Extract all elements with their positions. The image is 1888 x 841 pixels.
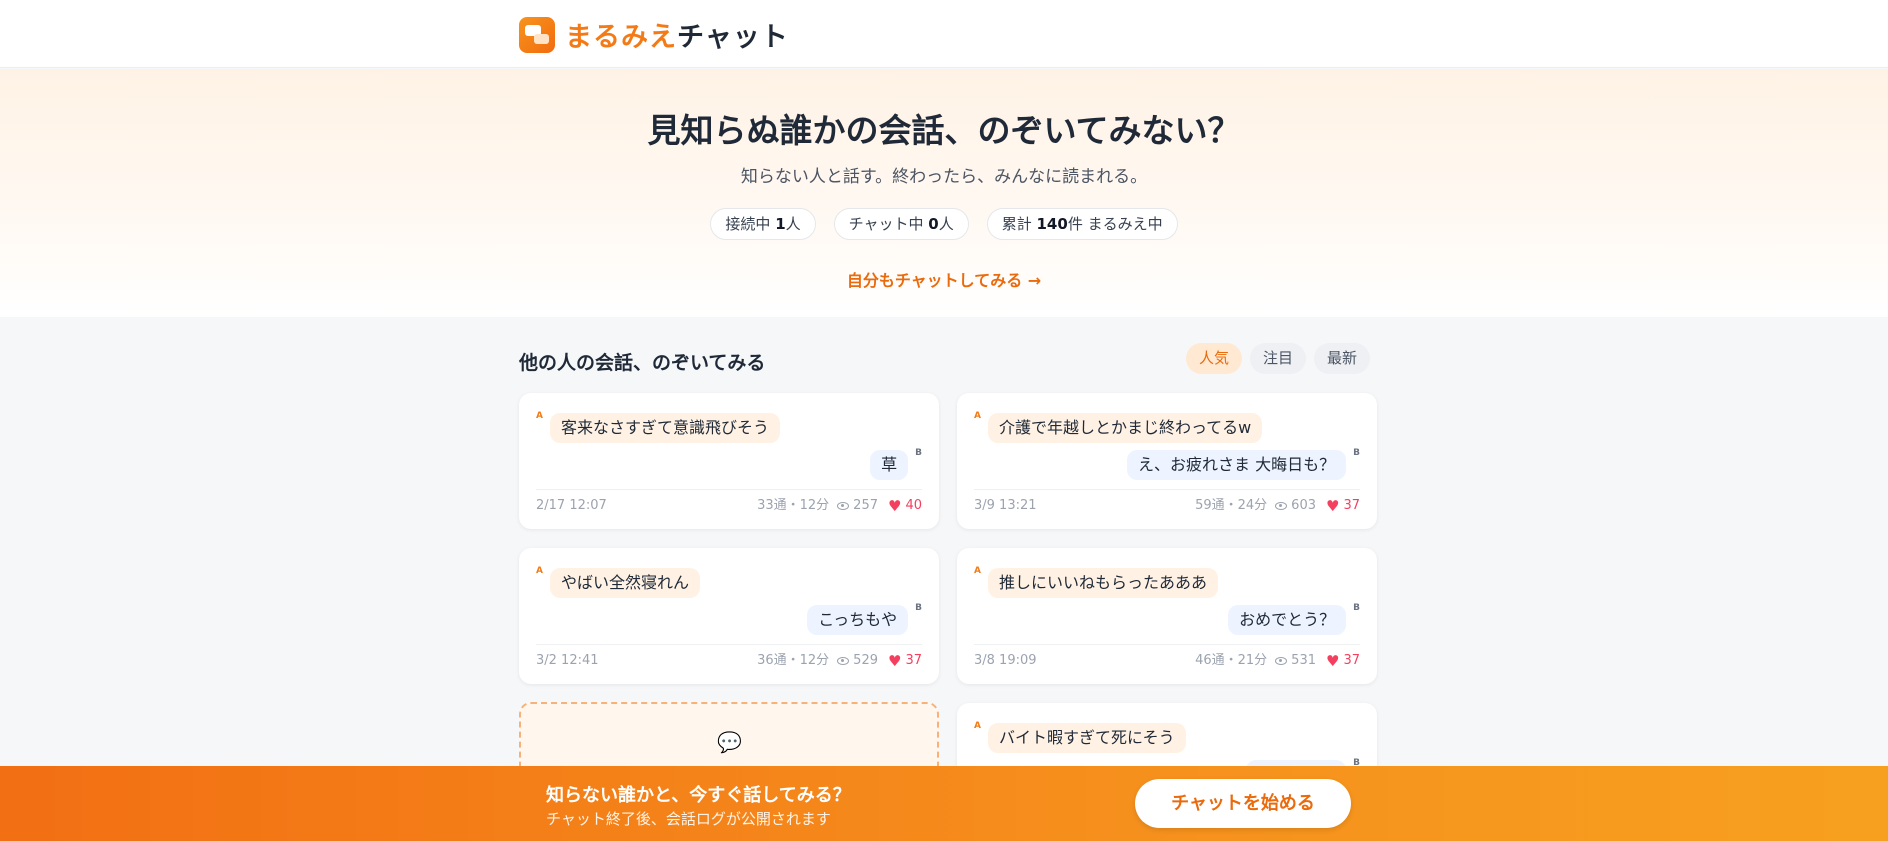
message-b-bubble: 草 <box>870 450 909 480</box>
divider <box>536 489 922 490</box>
speaker-b-label: B <box>915 603 922 613</box>
stat-unit: 件 まるみえ中 <box>1067 215 1163 233</box>
message-a-bubble: やばい全然寝れん <box>549 568 700 598</box>
message-b: こっちもや B <box>807 603 922 635</box>
message-b: 草 B <box>870 448 922 480</box>
stat-unit: 人 <box>938 215 954 233</box>
start-chat-button[interactable]: チャットを始める <box>1135 779 1351 828</box>
bottom-bar-subtitle: チャット終了後、会話ログが公開されます <box>546 810 831 828</box>
message-b-bubble: おめでとう？ <box>1228 605 1347 635</box>
message-a: A 推しにいいねもらったあああ <box>974 566 1218 598</box>
stat-unit: 人 <box>785 215 801 233</box>
conversation-card[interactable]: A 介護で年越しとかまじ終わってるw え、お疲れさま 大晦日も？ B 3/9 1… <box>957 393 1377 529</box>
heart-icon[interactable]: ♥ <box>888 496 901 516</box>
message-b-bubble: こっちもや <box>807 605 909 635</box>
like-count: 37 <box>905 653 922 668</box>
heart-icon[interactable]: ♥ <box>1326 651 1339 671</box>
logo-text-part1: まるみえ <box>565 22 677 53</box>
card-date: 3/9 13:21 <box>974 498 1037 513</box>
card-date: 3/2 12:41 <box>536 653 599 668</box>
eye-icon <box>1275 502 1288 510</box>
view-count: 531 <box>1291 653 1316 668</box>
speaker-a-label: A <box>974 411 981 421</box>
heart-icon[interactable]: ♥ <box>1326 496 1339 516</box>
card-meta: 36通・12分 529 ♥ 37 <box>757 651 922 671</box>
speaker-b-label: B <box>1353 448 1360 458</box>
like-count: 37 <box>1343 498 1360 513</box>
stat-total: 累計 140件 まるみえ中 <box>986 208 1178 240</box>
eye-icon <box>837 657 850 665</box>
card-date: 2/17 12:07 <box>536 498 607 513</box>
message-a: A 介護で年越しとかまじ終わってるw <box>974 411 1263 443</box>
speaker-a-label: A <box>974 566 981 576</box>
message-b-bubble: え、お疲れさま 大晦日も？ <box>1127 450 1347 480</box>
divider <box>974 489 1360 490</box>
try-chat-link-label: 自分もチャットしてみる → <box>846 271 1042 290</box>
message-a-bubble: 客来なさすぎて意識飛びそう <box>549 413 780 443</box>
speaker-a-label: A <box>536 566 543 576</box>
sort-tabs: 人気 注目 最新 <box>1186 343 1371 374</box>
bottom-cta-bar: 知らない誰かと、今すぐ話してみる？ チャット終了後、会話ログが公開されます チャ… <box>0 766 1888 841</box>
speech-bubble-icon: 💬 <box>717 730 742 754</box>
card-stats: 36通・12分 <box>757 653 830 668</box>
message-a-bubble: バイト暇すぎて死にそう <box>987 723 1186 753</box>
site-logo[interactable]: まるみえチャット <box>519 15 789 54</box>
stat-connected: 接続中 1人 <box>710 208 816 240</box>
heart-icon[interactable]: ♥ <box>888 651 901 671</box>
bottom-bar-title: 知らない誰かと、今すぐ話してみる？ <box>546 785 851 806</box>
card-meta: 33通・12分 257 ♥ 40 <box>757 496 922 516</box>
eye-icon <box>1275 657 1288 665</box>
message-a: A やばい全然寝れん <box>536 566 700 598</box>
message-a: A 客来なさすぎて意識飛びそう <box>536 411 780 443</box>
eye-icon <box>837 502 850 510</box>
stat-value: 0 <box>928 215 939 233</box>
logo-text-part2: チャット <box>677 22 789 53</box>
divider <box>974 644 1360 645</box>
card-meta: 59通・24分 603 ♥ 37 <box>1195 496 1360 516</box>
stat-value: 1 <box>775 215 786 233</box>
card-date: 3/8 19:09 <box>974 653 1037 668</box>
stat-label: 接続中 <box>725 215 776 233</box>
view-count: 529 <box>853 653 878 668</box>
stat-chatting: チャット中 0人 <box>833 208 969 240</box>
speaker-b-label: B <box>1353 603 1360 613</box>
section-title: 他の人の会話、のぞいてみる <box>519 352 766 374</box>
tab-latest[interactable]: 最新 <box>1314 343 1371 374</box>
hero-title: 見知らぬ誰かの会話、のぞいてみない？ <box>647 111 1241 150</box>
message-b: え、お疲れさま 大晦日も？ B <box>1127 448 1360 480</box>
tab-popular[interactable]: 人気 <box>1186 343 1243 374</box>
stats-row: 接続中 1人 チャット中 0人 累計 140件 まるみえ中 <box>0 208 1888 240</box>
speaker-a-label: A <box>974 721 981 731</box>
conversation-card[interactable]: A 客来なさすぎて意識飛びそう 草 B 2/17 12:07 33通・12分 2… <box>519 393 939 529</box>
site-header: まるみえチャット <box>0 0 1888 68</box>
speaker-b-label: B <box>915 448 922 458</box>
try-chat-link[interactable]: 自分もチャットしてみる → <box>0 267 1888 291</box>
hero-section: 見知らぬ誰かの会話、のぞいてみない？ 知らない人と話す。終わったら、みんなに読ま… <box>0 69 1888 317</box>
conversation-card[interactable]: A やばい全然寝れん こっちもや B 3/2 12:41 36通・12分 529… <box>519 548 939 684</box>
card-stats: 46通・21分 <box>1195 653 1268 668</box>
logo-text: まるみえチャット <box>565 15 789 54</box>
view-count: 603 <box>1291 498 1316 513</box>
view-count: 257 <box>853 498 878 513</box>
card-stats: 59通・24分 <box>1195 498 1268 513</box>
chat-bubbles-icon <box>519 16 555 53</box>
conversation-card[interactable]: A 推しにいいねもらったあああ おめでとう？ B 3/8 19:09 46通・2… <box>957 548 1377 684</box>
tab-trending[interactable]: 注目 <box>1250 343 1307 374</box>
like-count: 40 <box>905 498 922 513</box>
message-b: おめでとう？ B <box>1228 603 1360 635</box>
like-count: 37 <box>1343 653 1360 668</box>
stat-value: 140 <box>1036 215 1068 233</box>
message-a-bubble: 推しにいいねもらったあああ <box>987 568 1218 598</box>
stat-label: チャット中 <box>848 215 929 233</box>
card-meta: 46通・21分 531 ♥ 37 <box>1195 651 1360 671</box>
message-a-bubble: 介護で年越しとかまじ終わってるw <box>987 413 1263 443</box>
speaker-a-label: A <box>536 411 543 421</box>
divider <box>536 644 922 645</box>
message-a: A バイト暇すぎて死にそう <box>974 721 1186 753</box>
card-stats: 33通・12分 <box>757 498 830 513</box>
stat-label: 累計 <box>1001 215 1037 233</box>
hero-subtitle: 知らない人と話す。終わったら、みんなに読まれる。 <box>740 167 1148 187</box>
